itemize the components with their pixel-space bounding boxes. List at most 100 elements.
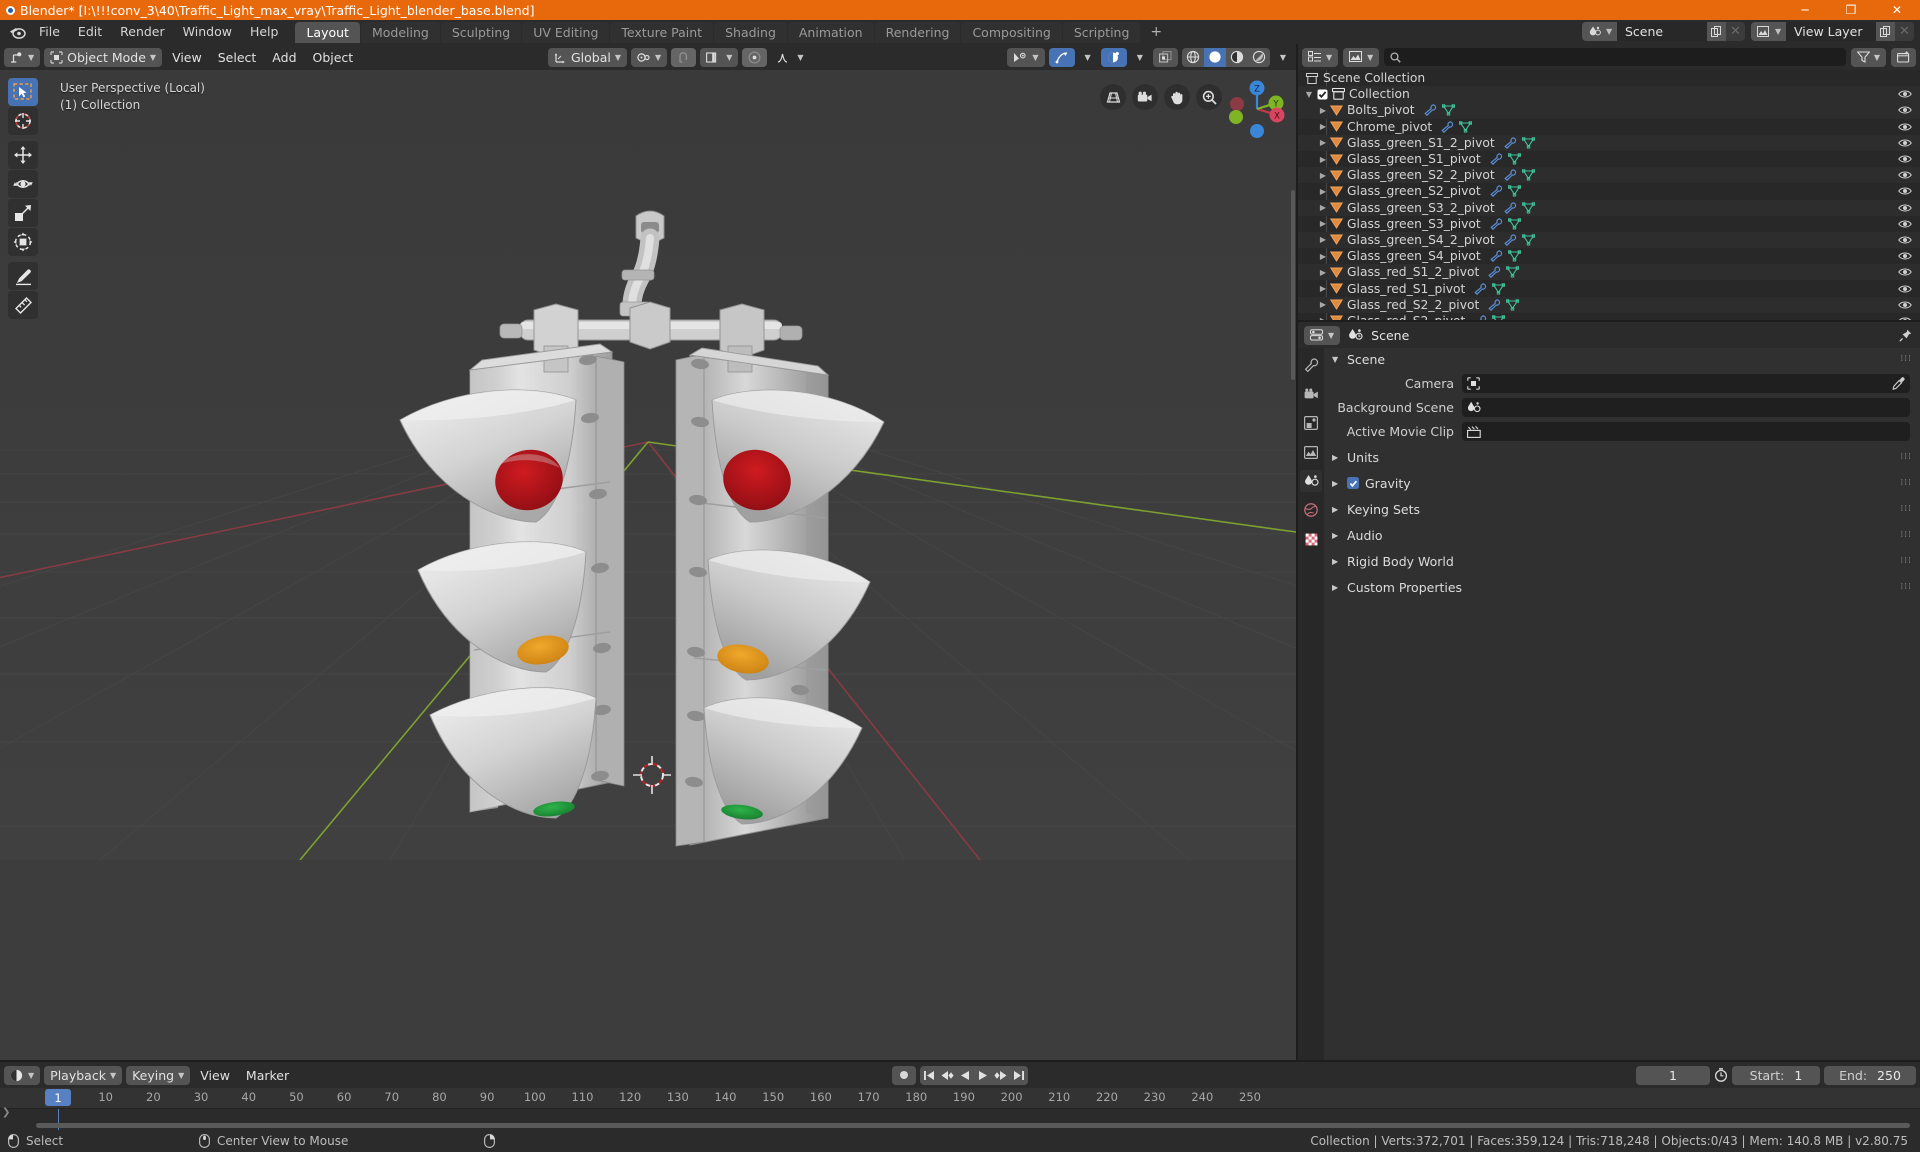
section-triangle-icon[interactable]: ▶ xyxy=(1332,557,1341,566)
outliner-row-object[interactable]: ▶ Glass_red_S1_pivot xyxy=(1298,280,1920,296)
zoom-view-icon[interactable] xyxy=(1196,84,1222,110)
current-frame-field[interactable]: 1 xyxy=(1636,1065,1710,1085)
object-visibility-toggle[interactable] xyxy=(1898,170,1912,180)
overlays-toggle[interactable] xyxy=(1100,47,1127,67)
properties-tab-texture[interactable] xyxy=(1300,528,1322,550)
properties-section-custom-properties[interactable]: ▶ Custom Properties ⁞⁞⁞ xyxy=(1324,576,1920,598)
mesh-data-icon[interactable] xyxy=(1507,185,1521,197)
snap-toggle[interactable] xyxy=(671,47,697,67)
modifier-icon[interactable] xyxy=(1504,234,1517,246)
viewport-axis-gizmo[interactable]: Z Y X xyxy=(1224,76,1290,142)
object-expand-triangle-icon[interactable]: ▶ xyxy=(1318,203,1328,212)
section-triangle-icon[interactable]: ▶ xyxy=(1332,479,1341,488)
object-expand-triangle-icon[interactable]: ▶ xyxy=(1318,171,1328,180)
properties-section-units[interactable]: ▶ Units ⁞⁞⁞ xyxy=(1324,446,1920,468)
object-visibility-toggle[interactable] xyxy=(1898,316,1912,320)
scene-dropdown-chevron-icon[interactable]: ▼ xyxy=(1606,22,1617,41)
outliner-row-scene-collection[interactable]: Scene Collection xyxy=(1298,70,1920,86)
tool-transform[interactable] xyxy=(8,228,38,256)
tool-rotate[interactable] xyxy=(8,170,38,198)
object-expand-triangle-icon[interactable]: ▶ xyxy=(1318,300,1328,309)
menu-help[interactable]: Help xyxy=(241,22,288,42)
object-expand-triangle-icon[interactable]: ▶ xyxy=(1318,138,1328,147)
object-expand-triangle-icon[interactable]: ▶ xyxy=(1318,235,1328,244)
tab-shading[interactable]: Shading xyxy=(714,21,787,43)
object-visibility-toggle[interactable] xyxy=(1898,219,1912,229)
scene-selector[interactable]: ▼ Scene ✕ xyxy=(1582,22,1745,41)
modifier-icon[interactable] xyxy=(1474,315,1487,320)
outliner-search-input[interactable] xyxy=(1384,48,1846,66)
pivot-point-selector[interactable]: ▼ xyxy=(631,47,668,67)
section-triangle-icon[interactable]: ▶ xyxy=(1332,453,1341,462)
tool-move[interactable] xyxy=(8,141,38,169)
mesh-data-icon[interactable] xyxy=(1506,266,1520,278)
gizmo-toggle[interactable] xyxy=(1048,47,1075,67)
object-visibility-toggle[interactable] xyxy=(1898,300,1912,310)
outliner-row-object[interactable]: ▶ Glass_green_S4_2_pivot xyxy=(1298,231,1920,249)
tab-uv-editing[interactable]: UV Editing xyxy=(522,21,610,43)
new-view-layer-button[interactable] xyxy=(1876,22,1895,41)
menu-window[interactable]: Window xyxy=(174,22,241,42)
mesh-data-icon[interactable] xyxy=(1507,250,1521,262)
modifier-icon[interactable] xyxy=(1490,218,1503,230)
modifier-icon[interactable] xyxy=(1504,169,1517,182)
start-frame-field[interactable]: Start: 1 xyxy=(1732,1065,1820,1085)
modifier-icon[interactable] xyxy=(1490,153,1503,166)
tab-scripting[interactable]: Scripting xyxy=(1062,21,1141,43)
mesh-data-icon[interactable] xyxy=(1521,137,1535,149)
tab-sculpting[interactable]: Sculpting xyxy=(440,21,522,43)
object-visibility-toggle[interactable] xyxy=(1898,138,1912,148)
overlays-options-chevron-icon[interactable]: ▼ xyxy=(1131,48,1149,67)
play-reverse-button[interactable] xyxy=(956,1066,974,1085)
active-movie-clip-field[interactable] xyxy=(1462,422,1910,441)
timeline-menu-keying[interactable]: Keying ▼ xyxy=(126,1065,191,1085)
panel-drag-grip[interactable]: ⁞⁞⁞ xyxy=(1900,583,1912,592)
object-expand-triangle-icon[interactable]: ▶ xyxy=(1318,155,1328,164)
collection-checkbox[interactable] xyxy=(1314,89,1330,100)
properties-tab-tool[interactable] xyxy=(1300,354,1322,376)
shading-options-chevron-icon[interactable]: ▼ xyxy=(1274,48,1292,67)
view-layer-dropdown-chevron-icon[interactable]: ▼ xyxy=(1775,22,1786,41)
properties-tab-scene[interactable] xyxy=(1300,470,1322,492)
outliner-editor-type-selector[interactable]: ▼ xyxy=(1302,47,1339,67)
timeline-horizontal-scrollbar[interactable] xyxy=(36,1123,1910,1128)
outliner-row-object[interactable]: ▶ Glass_red_S2_pivot xyxy=(1298,313,1920,320)
timeline-menu-playback[interactable]: Playback ▼ xyxy=(44,1065,123,1085)
shading-wireframe-button[interactable] xyxy=(1182,48,1204,67)
background-scene-field[interactable] xyxy=(1462,398,1910,417)
jump-to-start-button[interactable] xyxy=(920,1066,938,1085)
mesh-data-icon[interactable] xyxy=(1521,201,1535,214)
panel-drag-grip[interactable]: ⁞⁞⁞ xyxy=(1900,355,1912,364)
outliner-row-object[interactable]: ▶ Glass_green_S1_2_pivot xyxy=(1298,134,1920,151)
section-triangle-icon[interactable]: ▶ xyxy=(1332,505,1341,514)
jump-to-end-button[interactable] xyxy=(1010,1066,1028,1085)
shading-solid-button[interactable] xyxy=(1203,47,1226,67)
proportional-falloff-curve[interactable]: ▼ xyxy=(771,48,809,67)
viewport-menu-object[interactable]: Object xyxy=(307,48,360,67)
scene-panel-triangle-icon[interactable]: ▼ xyxy=(1332,355,1341,364)
editor-type-selector[interactable]: ▼ xyxy=(4,47,41,67)
collection-expand-triangle-icon[interactable]: ▼ xyxy=(1304,90,1314,99)
menu-edit[interactable]: Edit xyxy=(69,22,111,42)
outliner-new-collection-button[interactable] xyxy=(1891,47,1916,67)
outliner-row-collection[interactable]: ▼ Collection xyxy=(1298,86,1920,103)
tab-animation[interactable]: Animation xyxy=(787,21,874,43)
pan-view-icon[interactable] xyxy=(1164,84,1190,110)
menu-file[interactable]: File xyxy=(30,22,69,42)
maximize-button[interactable]: ❐ xyxy=(1828,0,1874,20)
timeline-expand-arrow-icon[interactable]: ❯ xyxy=(2,1107,10,1118)
object-expand-triangle-icon[interactable]: ▶ xyxy=(1318,284,1328,293)
interaction-mode-selector[interactable]: Object Mode ▼ xyxy=(44,47,163,67)
mesh-data-icon[interactable] xyxy=(1507,218,1521,230)
use-preview-range-icon[interactable] xyxy=(1714,1068,1728,1082)
properties-tab-view-layer[interactable] xyxy=(1300,441,1322,463)
properties-tab-render[interactable] xyxy=(1300,383,1322,405)
properties-tab-output[interactable] xyxy=(1300,412,1322,434)
object-expand-triangle-icon[interactable]: ▶ xyxy=(1318,106,1328,115)
close-button[interactable]: ✕ xyxy=(1874,0,1920,20)
properties-tab-world[interactable] xyxy=(1300,499,1322,521)
outliner-row-object[interactable]: ▶ Glass_green_S2_2_pivot xyxy=(1298,167,1920,184)
tool-annotate[interactable] xyxy=(8,262,38,290)
tool-measure[interactable] xyxy=(8,291,38,319)
mesh-data-icon[interactable] xyxy=(1506,299,1520,311)
